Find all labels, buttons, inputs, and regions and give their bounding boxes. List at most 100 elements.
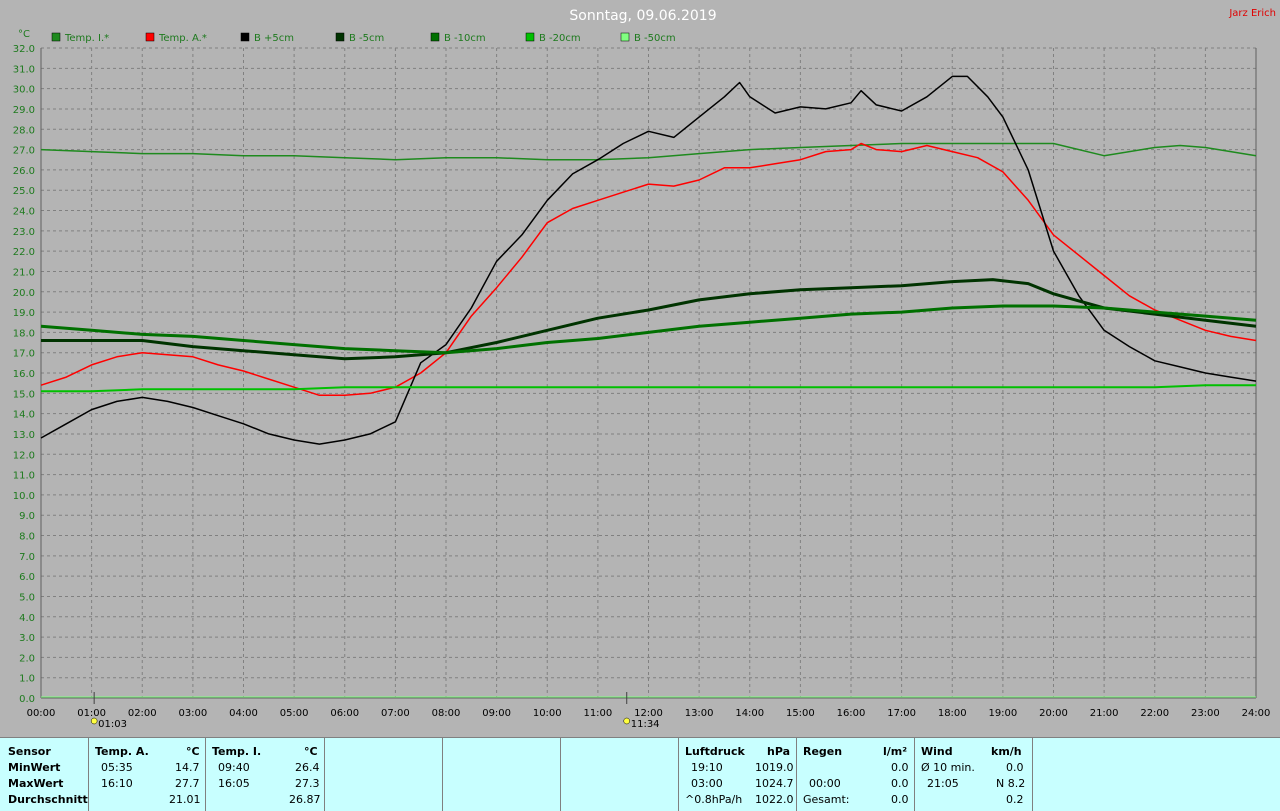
divider bbox=[914, 738, 915, 811]
y-tick-label: 15.0 bbox=[13, 389, 35, 400]
grid bbox=[40, 47, 1257, 699]
legend-label: B -20cm bbox=[539, 33, 581, 44]
y-tick-label: 2.0 bbox=[19, 653, 35, 664]
y-tick-label: 13.0 bbox=[13, 430, 35, 441]
y-tick-label: 31.0 bbox=[13, 64, 35, 75]
wind-unit: km/h bbox=[991, 745, 1022, 758]
divider bbox=[442, 738, 443, 811]
wind-avg-label: Ø 10 min. bbox=[921, 761, 975, 774]
y-tick-label: 1.0 bbox=[19, 674, 35, 685]
temp-a-min-time: 05:35 bbox=[101, 761, 133, 774]
x-tick-label: 18:00 bbox=[938, 708, 967, 719]
rain-current-value: 0.0 bbox=[891, 761, 909, 774]
x-tick-label: 06:00 bbox=[330, 708, 359, 719]
temp-i-min-time: 09:40 bbox=[218, 761, 250, 774]
x-tick-label: 14:00 bbox=[735, 708, 764, 719]
y-tick-label: 18.0 bbox=[13, 328, 35, 339]
divider bbox=[796, 738, 797, 811]
rain-total-value: 0.0 bbox=[891, 793, 909, 806]
x-tick-label: 11:00 bbox=[583, 708, 612, 719]
x-tick-label: 19:00 bbox=[988, 708, 1017, 719]
sun-icon bbox=[90, 717, 98, 725]
pressure-header: Luftdruck bbox=[685, 745, 745, 758]
temp-i-min-value: 26.4 bbox=[295, 761, 320, 774]
y-tick-label: 17.0 bbox=[13, 349, 35, 360]
x-tick-label: 00:00 bbox=[27, 708, 56, 719]
x-tick-label: 02:00 bbox=[128, 708, 157, 719]
legend-swatch bbox=[430, 32, 440, 42]
y-tick-label: 32.0 bbox=[13, 44, 35, 55]
x-tick-label: 09:00 bbox=[482, 708, 511, 719]
y-tick-label: 26.0 bbox=[13, 166, 35, 177]
wind-avg-day-value: 0.2 bbox=[1006, 793, 1024, 806]
pressure-min-time: 19:10 bbox=[691, 761, 723, 774]
legend-label: B -10cm bbox=[444, 33, 486, 44]
x-tick-label: 20:00 bbox=[1039, 708, 1068, 719]
y-tick-label: 12.0 bbox=[13, 450, 35, 461]
pressure-avg-value: 1022.0 bbox=[755, 793, 794, 806]
y-tick-label: 0.0 bbox=[19, 694, 35, 705]
legend-swatch bbox=[525, 32, 535, 42]
wind-header: Wind bbox=[921, 745, 953, 758]
legend-swatch bbox=[335, 32, 345, 42]
y-tick-label: 3.0 bbox=[19, 633, 35, 644]
x-tick-label: 13:00 bbox=[685, 708, 714, 719]
y-tick-label: 28.0 bbox=[13, 125, 35, 136]
chart-title: Sonntag, 09.06.2019 bbox=[569, 8, 716, 24]
wind-max-time: 21:05 bbox=[927, 777, 959, 790]
temp-a-max-time: 16:10 bbox=[101, 777, 133, 790]
y-tick-label: 8.0 bbox=[19, 532, 35, 543]
rain-value: 0.0 bbox=[891, 777, 909, 790]
temp-a-max-value: 27.7 bbox=[175, 777, 200, 790]
pressure-min-value: 1019.0 bbox=[755, 761, 794, 774]
x-tick-label: 24:00 bbox=[1242, 708, 1271, 719]
y-tick-label: 25.0 bbox=[13, 186, 35, 197]
x-tick-label: 16:00 bbox=[837, 708, 866, 719]
legend-swatch bbox=[51, 32, 61, 42]
temp-i-unit: °C bbox=[304, 745, 318, 758]
temp-a-header: Temp. A. bbox=[95, 745, 149, 758]
x-tick-label: 22:00 bbox=[1140, 708, 1169, 719]
legend-swatch bbox=[620, 32, 630, 42]
chart-area: Sonntag, 09.06.2019 Jarz Erich °C Temp. … bbox=[0, 0, 1280, 737]
divider bbox=[678, 738, 679, 811]
x-tick-label: 05:00 bbox=[280, 708, 309, 719]
pressure-unit: hPa bbox=[767, 745, 791, 758]
legend-swatch bbox=[240, 32, 250, 42]
temp-a-unit: °C bbox=[186, 745, 200, 758]
sensor-header: Sensor bbox=[8, 745, 51, 758]
marker-label: 11:34 bbox=[631, 719, 660, 730]
marker-label: 01:03 bbox=[98, 719, 127, 730]
rain-time: 00:00 bbox=[809, 777, 841, 790]
x-tick-label: 01:00 bbox=[77, 708, 106, 719]
x-tick-label: 04:00 bbox=[229, 708, 258, 719]
pressure-trend: ^0.8hPa/h bbox=[685, 793, 743, 806]
y-tick-label: 23.0 bbox=[13, 227, 35, 238]
sun-icon bbox=[623, 717, 630, 725]
pressure-max-value: 1024.7 bbox=[755, 777, 794, 790]
y-tick-label: 4.0 bbox=[19, 613, 35, 624]
x-tick-label: 07:00 bbox=[381, 708, 410, 719]
temp-a-min-value: 14.7 bbox=[175, 761, 200, 774]
x-tick-label: 03:00 bbox=[178, 708, 207, 719]
y-tick-label: 22.0 bbox=[13, 247, 35, 258]
divider bbox=[88, 738, 89, 811]
y-tick-label: 5.0 bbox=[19, 592, 35, 603]
temp-i-max-time: 16:05 bbox=[218, 777, 250, 790]
x-tick-label: 08:00 bbox=[432, 708, 461, 719]
x-tick-label: 15:00 bbox=[786, 708, 815, 719]
y-unit-label: °C bbox=[18, 29, 30, 40]
rain-total-label: Gesamt: bbox=[803, 793, 850, 806]
y-tick-label: 21.0 bbox=[13, 267, 35, 278]
x-tick-label: 10:00 bbox=[533, 708, 562, 719]
x-tick-label: 17:00 bbox=[887, 708, 916, 719]
pressure-max-time: 03:00 bbox=[691, 777, 723, 790]
legend-label: Temp. A.* bbox=[158, 33, 207, 44]
divider bbox=[1032, 738, 1033, 811]
x-tick-label: 12:00 bbox=[634, 708, 663, 719]
y-tick-label: 7.0 bbox=[19, 552, 35, 563]
rain-unit: l/m² bbox=[883, 745, 908, 758]
temp-i-max-value: 27.3 bbox=[295, 777, 320, 790]
y-tick-label: 10.0 bbox=[13, 491, 35, 502]
y-tick-label: 11.0 bbox=[13, 471, 35, 482]
